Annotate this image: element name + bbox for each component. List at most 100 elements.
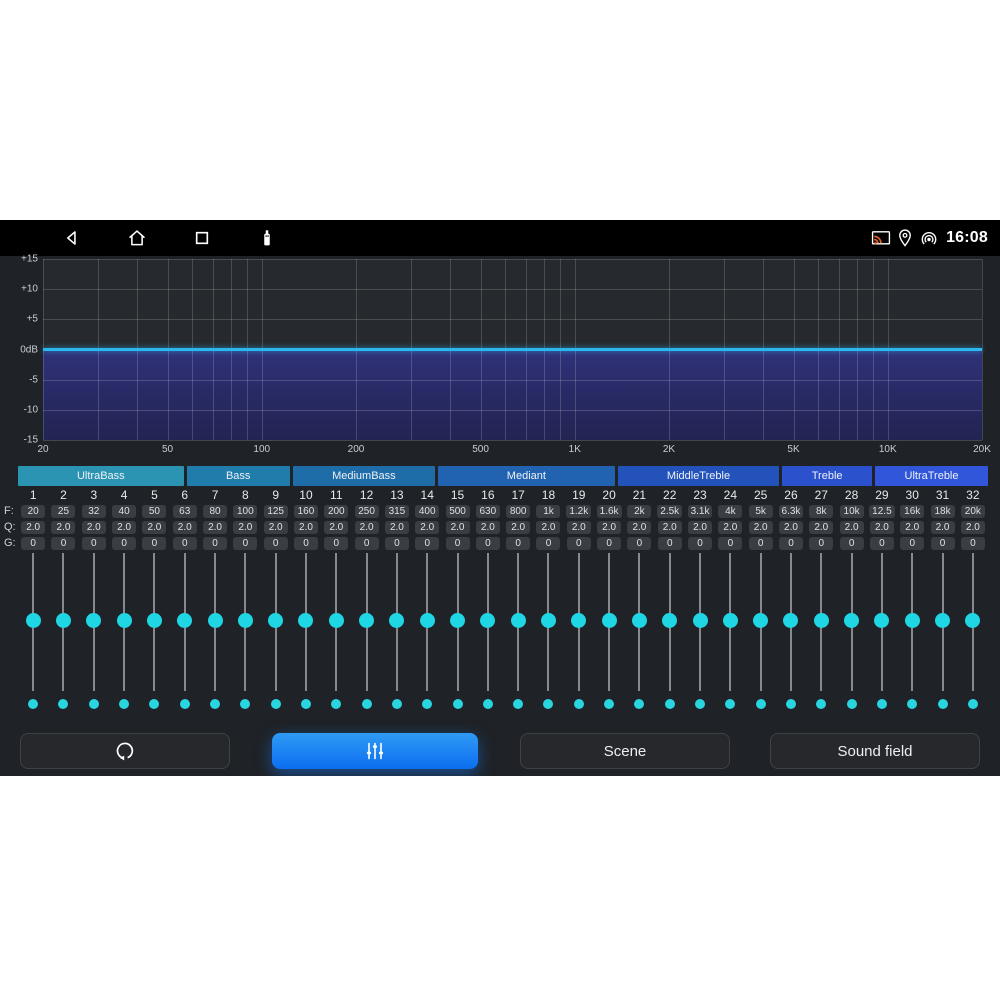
usb-icon[interactable] [256,227,278,249]
band-segment[interactable]: Mediant [438,466,615,486]
gain-value[interactable]: 0 [718,537,742,550]
slider-knob[interactable] [238,613,253,628]
q-value[interactable]: 2.0 [840,521,864,534]
gain-value[interactable]: 0 [446,537,470,550]
gain-slider[interactable] [533,552,563,692]
gain-value[interactable]: 0 [233,537,257,550]
q-value[interactable]: 2.0 [82,521,106,534]
recents-icon[interactable] [191,227,213,249]
gain-value[interactable]: 0 [112,537,136,550]
q-value[interactable]: 2.0 [173,521,197,534]
frequency-value[interactable]: 16k [900,505,924,518]
slider-knob[interactable] [389,613,404,628]
slider-knob[interactable] [783,613,798,628]
gain-slider[interactable] [958,552,988,692]
gain-value[interactable]: 0 [264,537,288,550]
q-value[interactable]: 2.0 [21,521,45,534]
q-value[interactable]: 2.0 [718,521,742,534]
frequency-value[interactable]: 25 [51,505,75,518]
slider-knob[interactable] [26,613,41,628]
frequency-value[interactable]: 1k [536,505,560,518]
gain-slider[interactable] [867,552,897,692]
gain-slider[interactable] [473,552,503,692]
q-value[interactable]: 2.0 [385,521,409,534]
frequency-value[interactable]: 5k [749,505,773,518]
q-value[interactable]: 2.0 [203,521,227,534]
q-value[interactable]: 2.0 [415,521,439,534]
slider-knob[interactable] [602,613,617,628]
slider-knob[interactable] [632,613,647,628]
gain-slider[interactable] [746,552,776,692]
slider-knob[interactable] [480,613,495,628]
frequency-value[interactable]: 2.5k [657,505,682,518]
gain-value[interactable]: 0 [779,537,803,550]
gain-value[interactable]: 0 [658,537,682,550]
slider-knob[interactable] [177,613,192,628]
frequency-value[interactable]: 125 [264,505,288,518]
gain-value[interactable]: 0 [51,537,75,550]
q-value[interactable]: 2.0 [506,521,530,534]
gain-slider[interactable] [655,552,685,692]
band-segment[interactable]: MediumBass [293,466,435,486]
gain-value[interactable]: 0 [900,537,924,550]
slider-knob[interactable] [693,613,708,628]
frequency-value[interactable]: 400 [415,505,439,518]
gain-value[interactable]: 0 [476,537,500,550]
frequency-value[interactable]: 500 [446,505,470,518]
slider-knob[interactable] [208,613,223,628]
frequency-value[interactable]: 315 [385,505,409,518]
gain-slider[interactable] [382,552,412,692]
slider-knob[interactable] [268,613,283,628]
gain-slider[interactable] [715,552,745,692]
gain-slider[interactable] [79,552,109,692]
frequency-value[interactable]: 12.5 [869,505,894,518]
q-value[interactable]: 2.0 [597,521,621,534]
q-value[interactable]: 2.0 [446,521,470,534]
sound-field-button[interactable]: Sound field [770,733,980,769]
slider-knob[interactable] [298,613,313,628]
q-value[interactable]: 2.0 [809,521,833,534]
q-value[interactable]: 2.0 [900,521,924,534]
gain-value[interactable]: 0 [597,537,621,550]
frequency-value[interactable]: 40 [112,505,136,518]
slider-knob[interactable] [359,613,374,628]
q-value[interactable]: 2.0 [870,521,894,534]
gain-value[interactable]: 0 [688,537,712,550]
gain-value[interactable]: 0 [385,537,409,550]
gain-slider[interactable] [412,552,442,692]
gain-slider[interactable] [624,552,654,692]
gain-slider[interactable] [261,552,291,692]
gain-slider[interactable] [200,552,230,692]
frequency-value[interactable]: 200 [324,505,348,518]
band-segment[interactable]: Treble [782,466,872,486]
frequency-value[interactable]: 32 [82,505,106,518]
frequency-value[interactable]: 63 [173,505,197,518]
slider-knob[interactable] [450,613,465,628]
frequency-value[interactable]: 250 [355,505,379,518]
gain-value[interactable]: 0 [82,537,106,550]
q-value[interactable]: 2.0 [779,521,803,534]
equalizer-button[interactable] [272,733,478,769]
slider-knob[interactable] [420,613,435,628]
q-value[interactable]: 2.0 [355,521,379,534]
q-value[interactable]: 2.0 [112,521,136,534]
slider-knob[interactable] [511,613,526,628]
gain-slider[interactable] [564,552,594,692]
reset-button[interactable] [20,733,230,769]
slider-knob[interactable] [571,613,586,628]
q-value[interactable]: 2.0 [324,521,348,534]
frequency-value[interactable]: 20k [961,505,985,518]
q-value[interactable]: 2.0 [294,521,318,534]
frequency-value[interactable]: 50 [142,505,166,518]
slider-knob[interactable] [905,613,920,628]
slider-knob[interactable] [965,613,980,628]
gain-value[interactable]: 0 [355,537,379,550]
slider-knob[interactable] [147,613,162,628]
slider-knob[interactable] [117,613,132,628]
gain-slider[interactable] [927,552,957,692]
frequency-value[interactable]: 100 [233,505,257,518]
gain-slider[interactable] [109,552,139,692]
gain-slider[interactable] [170,552,200,692]
q-value[interactable]: 2.0 [931,521,955,534]
gain-slider[interactable] [897,552,927,692]
